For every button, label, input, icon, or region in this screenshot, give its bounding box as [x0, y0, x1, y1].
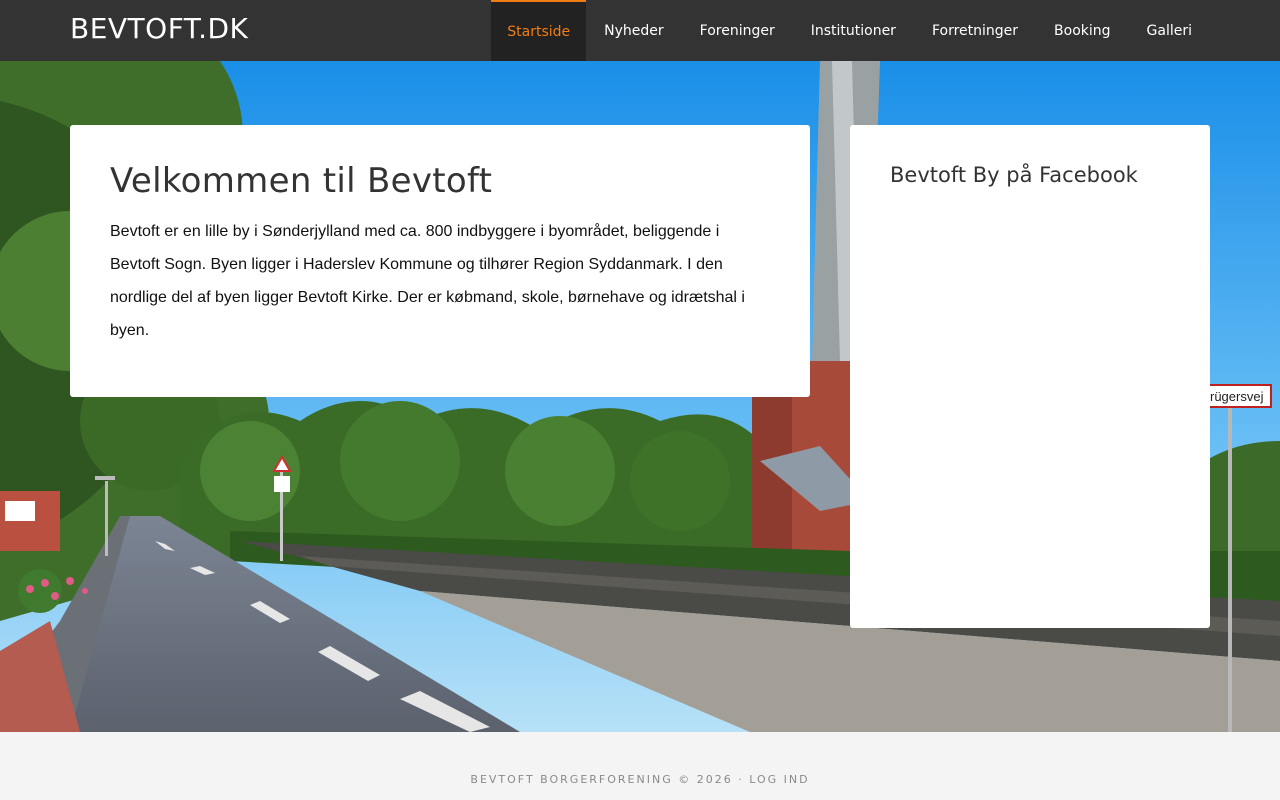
nav-item-booking[interactable]: Booking: [1036, 0, 1129, 61]
login-link[interactable]: LOG IND: [749, 773, 809, 786]
nav-item-galleri[interactable]: Galleri: [1129, 0, 1210, 61]
facebook-widget-title: Bevtoft By på Facebook: [890, 163, 1138, 187]
nav-item-forretninger[interactable]: Forretninger: [914, 0, 1036, 61]
nav-item-nyheder[interactable]: Nyheder: [586, 0, 682, 61]
welcome-text: Bevtoft er en lille by i Sønderjylland m…: [110, 223, 745, 339]
site-brand[interactable]: BEVTOFT.DK: [70, 12, 248, 45]
facebook-widget-card: Bevtoft By på Facebook: [850, 125, 1210, 628]
nav-item-startside[interactable]: Startside: [491, 0, 587, 61]
top-navbar: BEVTOFT.DK Startside Nyheder Foreninger …: [0, 0, 1280, 61]
footer-copyright: BEVTOFT BORGERFORENING © 2026 ·: [470, 773, 750, 786]
site-footer: BEVTOFT BORGERFORENING © 2026 · LOG IND: [0, 732, 1280, 800]
main-nav: Startside Nyheder Foreninger Institution…: [491, 0, 1210, 61]
street-sign-text: rügersvej: [1210, 389, 1264, 404]
welcome-card: Velkommen til Bevtoft Bevtoft er en lill…: [70, 125, 810, 397]
nav-item-institutioner[interactable]: Institutioner: [793, 0, 914, 61]
page-title: Velkommen til Bevtoft: [110, 161, 493, 201]
nav-item-foreninger[interactable]: Foreninger: [682, 0, 793, 61]
